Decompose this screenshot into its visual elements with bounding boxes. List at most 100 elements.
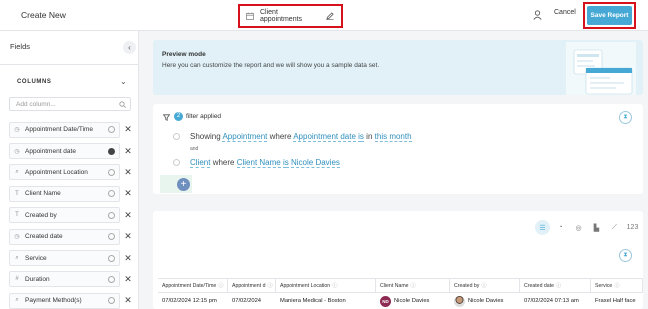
- field-label: Payment Method(s): [25, 297, 82, 305]
- remove-field-icon[interactable]: ✕: [122, 124, 134, 135]
- remove-field-icon[interactable]: ✕: [122, 231, 134, 242]
- calendar-icon: [246, 12, 254, 20]
- field-label: Duration: [25, 275, 50, 283]
- top-bar: Create New Client appointments Cancel Sa…: [0, 0, 648, 31]
- pie-chart-icon[interactable]: ◔: [553, 220, 568, 235]
- columns-section-label: COLUMNS: [17, 79, 52, 85]
- list-view-icon[interactable]: ☰: [535, 220, 550, 235]
- settings-icon[interactable]: [108, 147, 115, 155]
- settings-icon[interactable]: [108, 211, 115, 219]
- column-header[interactable]: Client Name ⓘ: [376, 279, 450, 292]
- column-header-label: Appointment Date/Time: [162, 282, 217, 289]
- chevron-left-icon: ‹: [128, 43, 131, 52]
- edit-pencil-icon[interactable]: [326, 12, 334, 20]
- cell-client: ND Nicole Davies: [376, 293, 450, 309]
- add-filter-button[interactable]: +: [177, 178, 190, 191]
- report-illustration-icon: [566, 42, 636, 95]
- table-header: Appointment Date/Time ⓘ Appointment d ⓘ Appo…: [158, 278, 643, 293]
- column-header-label: Appointment Location: [280, 282, 331, 289]
- settings-icon[interactable]: [108, 168, 115, 176]
- info-icon: ⓘ: [267, 283, 273, 289]
- cancel-button[interactable]: Cancel: [554, 9, 576, 16]
- condition-handle[interactable]: [173, 133, 180, 141]
- settings-icon[interactable]: [108, 126, 115, 134]
- donut-chart-icon[interactable]: ◎: [571, 220, 586, 235]
- remove-field-icon[interactable]: ✕: [122, 253, 134, 264]
- info-icon: ⓘ: [410, 283, 416, 289]
- field-selector[interactable]: Client Name: [236, 158, 281, 168]
- field-row: # Duration ✕: [9, 269, 135, 290]
- collapse-sidebar-button[interactable]: ‹: [123, 41, 136, 54]
- field-chip[interactable]: ◷ Appointment Date/Time: [9, 121, 120, 138]
- entity-selector[interactable]: Appointment: [222, 132, 268, 142]
- column-header-label: Client Name: [380, 282, 409, 289]
- text-icon: T: [15, 190, 19, 197]
- field-selector[interactable]: Appointment date: [293, 132, 356, 142]
- column-header[interactable]: Created by ⓘ: [450, 279, 520, 292]
- filter-funnel-icon[interactable]: [163, 114, 170, 121]
- column-header[interactable]: Appointment Location ⓘ: [276, 279, 376, 292]
- settings-icon[interactable]: [108, 190, 115, 198]
- line-chart-icon[interactable]: ⟋: [607, 220, 622, 235]
- field-row: T Created by ✕: [9, 205, 135, 226]
- field-label: Appointment Location: [25, 168, 88, 176]
- remove-field-icon[interactable]: ✕: [122, 210, 134, 221]
- add-column-input[interactable]: Add column...: [9, 97, 131, 111]
- column-header[interactable]: Appointment d ⓘ: [228, 279, 276, 292]
- field-row: ⌕ Appointment Location ✕: [9, 162, 135, 183]
- cell-created-date: 07/02/2024 07:13 am: [524, 298, 579, 304]
- remove-field-icon[interactable]: ✕: [122, 295, 134, 306]
- column-header[interactable]: Appointment Date/Time ⓘ: [158, 279, 228, 292]
- text-icon: T: [15, 212, 19, 219]
- avatar: [454, 295, 465, 307]
- settings-icon[interactable]: [108, 275, 115, 283]
- settings-icon[interactable]: [108, 254, 115, 262]
- user-icon[interactable]: [533, 10, 542, 20]
- search-icon: ⌕: [15, 254, 19, 261]
- field-row: ◷ Appointment Date/Time ✕: [9, 119, 135, 140]
- preview-description: Here you can customize the report and we…: [162, 62, 380, 69]
- view-switcher: ☰ ◔ ◎ ▙ ⟋ 123: [535, 220, 640, 235]
- save-report-button[interactable]: Save Report: [587, 6, 632, 25]
- field-chip[interactable]: ⌕ Service: [9, 250, 120, 267]
- field-chip[interactable]: ⌕ Payment Method(s): [9, 292, 120, 309]
- field-chip[interactable]: ⌕ Appointment Location: [9, 164, 120, 181]
- field-chip[interactable]: T Client Name: [9, 185, 120, 202]
- value-selector[interactable]: this month: [374, 132, 412, 142]
- search-icon: ⌕: [15, 168, 19, 175]
- hourglass-icon[interactable]: ⧗: [619, 249, 632, 262]
- bar-chart-icon[interactable]: ▙: [589, 220, 604, 235]
- field-chip[interactable]: # Duration: [9, 271, 120, 288]
- operator-selector[interactable]: is: [282, 158, 289, 168]
- hourglass-icon[interactable]: ⧗: [619, 111, 632, 124]
- value-selector[interactable]: Nicole Davies: [290, 158, 340, 168]
- settings-icon[interactable]: [108, 233, 115, 241]
- report-name-editor[interactable]: Client appointments: [238, 4, 343, 28]
- page-title: Create New: [21, 10, 66, 20]
- info-icon: ⓘ: [218, 283, 224, 289]
- field-chip[interactable]: ◷ Appointment date: [9, 143, 120, 160]
- entity-selector[interactable]: Client: [190, 158, 211, 168]
- field-row: ◷ Created date ✕: [9, 226, 135, 247]
- info-icon: ⓘ: [332, 283, 338, 289]
- add-column-placeholder: Add column...: [16, 100, 56, 108]
- remove-field-icon[interactable]: ✕: [122, 167, 134, 178]
- remove-field-icon[interactable]: ✕: [122, 188, 134, 199]
- field-chip[interactable]: ◷ Created date: [9, 228, 120, 245]
- condition-handle[interactable]: [173, 159, 180, 167]
- remove-field-icon[interactable]: ✕: [122, 274, 134, 285]
- field-list: ◷ Appointment Date/Time ✕ ◷ Appointment date…: [9, 119, 135, 309]
- column-header[interactable]: Service ⓘ: [591, 279, 643, 292]
- field-chip[interactable]: T Created by: [9, 207, 120, 224]
- remove-field-icon[interactable]: ✕: [122, 146, 134, 157]
- cell-location: Maniera Medical - Boston: [280, 298, 346, 304]
- cond-text: where: [212, 158, 235, 167]
- number-view-icon[interactable]: 123: [625, 220, 640, 235]
- chevron-down-icon[interactable]: ⌄: [120, 77, 127, 86]
- settings-icon[interactable]: [108, 297, 115, 305]
- table-row[interactable]: 07/02/2024 12:15 pm 07/02/2024 Maniera M…: [158, 293, 643, 309]
- divider: [0, 64, 139, 65]
- column-header[interactable]: Created date ⓘ: [520, 279, 591, 292]
- operator-selector[interactable]: is: [358, 132, 364, 142]
- cell-service: Fraxel Half face: [595, 298, 636, 304]
